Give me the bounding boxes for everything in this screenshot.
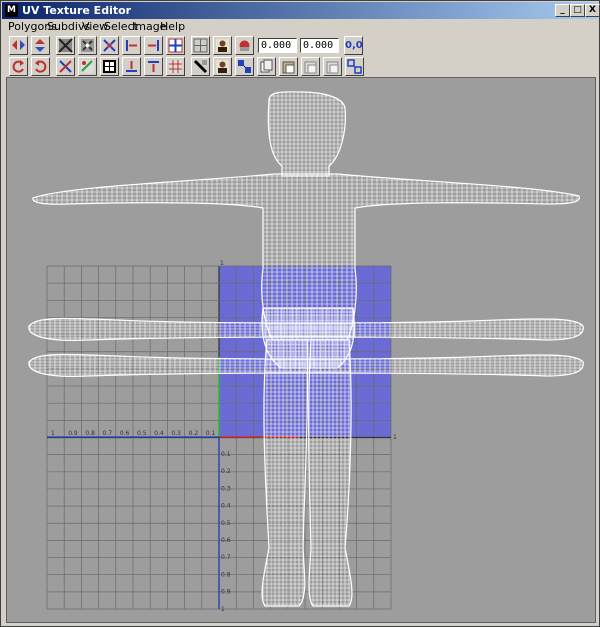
paste-u-icon[interactable]	[301, 57, 320, 76]
axis-label-u: 0.8	[85, 430, 95, 437]
maximize-button[interactable]: □	[570, 4, 585, 17]
flip-u-icon[interactable]	[9, 36, 28, 55]
grid-uv-icon[interactable]	[166, 36, 185, 55]
toolbar: 0.000 0.000 0,0	[2, 34, 598, 76]
unfold-icon[interactable]	[100, 36, 119, 55]
axis-label-v: 0.2	[221, 468, 231, 475]
menu-bar: Polygons Subdivs View Select Image Help	[2, 19, 598, 34]
axis-label-u: 0.2	[189, 430, 199, 437]
align-left-icon[interactable]	[122, 36, 141, 55]
v-value-field[interactable]: 0.000	[300, 38, 339, 53]
axis-label-v: 0.9	[221, 589, 231, 596]
rotate-ccw-icon[interactable]	[9, 57, 28, 76]
align-right-icon[interactable]	[144, 36, 163, 55]
axis-label-v: 1	[221, 606, 225, 613]
flip-v-icon[interactable]	[31, 36, 50, 55]
show-image-icon[interactable]	[213, 36, 232, 55]
layout-uvs-icon[interactable]	[100, 57, 119, 76]
title-bar[interactable]: M UV Texture Editor _ □ X	[2, 2, 600, 19]
minimize-button[interactable]: _	[555, 4, 570, 17]
axis-label-v: 0.4	[221, 503, 231, 510]
window-title: UV Texture Editor	[22, 4, 132, 17]
dim-image-icon[interactable]	[213, 57, 232, 76]
top-marker: 1	[220, 260, 224, 267]
copy-uvs-icon[interactable]	[257, 57, 276, 76]
maya-app-icon: M	[5, 4, 18, 17]
axis-label-v: 0.8	[221, 571, 231, 578]
relax-icon[interactable]	[166, 57, 185, 76]
cut-uvs-icon[interactable]	[56, 57, 75, 76]
axis-label-u: 0.5	[137, 430, 147, 437]
uv-mesh-wireframe	[28, 91, 584, 607]
align-top-icon[interactable]	[144, 57, 163, 76]
sew-uvs-icon[interactable]	[78, 57, 97, 76]
cycle-uvs-icon[interactable]	[56, 36, 75, 55]
axis-label-u: 0.7	[103, 430, 113, 437]
axis-label-u: 1	[51, 430, 55, 437]
menu-help[interactable]: Help	[160, 20, 185, 33]
axis-label-u: 0.3	[171, 430, 181, 437]
snapshot-icon[interactable]	[235, 57, 254, 76]
torso-arms-mesh	[32, 173, 580, 341]
close-button[interactable]: X	[585, 4, 600, 17]
axis-label-v: 0.7	[221, 554, 231, 561]
uv-coordinate-button[interactable]: 0,0	[344, 36, 363, 55]
head-mesh	[267, 91, 346, 177]
align-bottom-icon[interactable]	[122, 57, 141, 76]
paste-uvs-icon[interactable]	[279, 57, 298, 76]
u-value-field[interactable]: 0.000	[258, 38, 297, 53]
paste-v-icon[interactable]	[323, 57, 342, 76]
uv-texture-editor-window: M UV Texture Editor _ □ X Polygons Subdi…	[0, 0, 600, 627]
axis-label-u: 0.1	[206, 430, 216, 437]
isolate-icon[interactable]	[191, 57, 210, 76]
axis-label-u: 0.9	[68, 430, 78, 437]
uv-viewport[interactable]: 1 0.9 0.8 0.7 0.6 0.5 0.4 0.3 0.2 0.1 0.1 0.2 0.3 0.4…	[6, 77, 596, 623]
rotate-cw-icon[interactable]	[31, 57, 50, 76]
axis-label-u: 0.4	[154, 430, 164, 437]
uv-sets-icon[interactable]	[345, 57, 364, 76]
right-marker: 1	[393, 434, 397, 441]
move-sew-icon[interactable]	[78, 36, 97, 55]
axis-label-v: 0.3	[221, 485, 231, 492]
axis-label-v: 0.5	[221, 520, 231, 527]
uv-canvas[interactable]: 1 0.9 0.8 0.7 0.6 0.5 0.4 0.3 0.2 0.1 0.1 0.2 0.3 0.4…	[7, 78, 595, 622]
axis-label-v: 0.6	[221, 537, 231, 544]
axis-label-u: 0.6	[120, 430, 130, 437]
image-grid-icon[interactable]	[191, 36, 210, 55]
texture-filter-icon[interactable]	[235, 36, 254, 55]
axis-label-v: 0.1	[221, 451, 231, 458]
